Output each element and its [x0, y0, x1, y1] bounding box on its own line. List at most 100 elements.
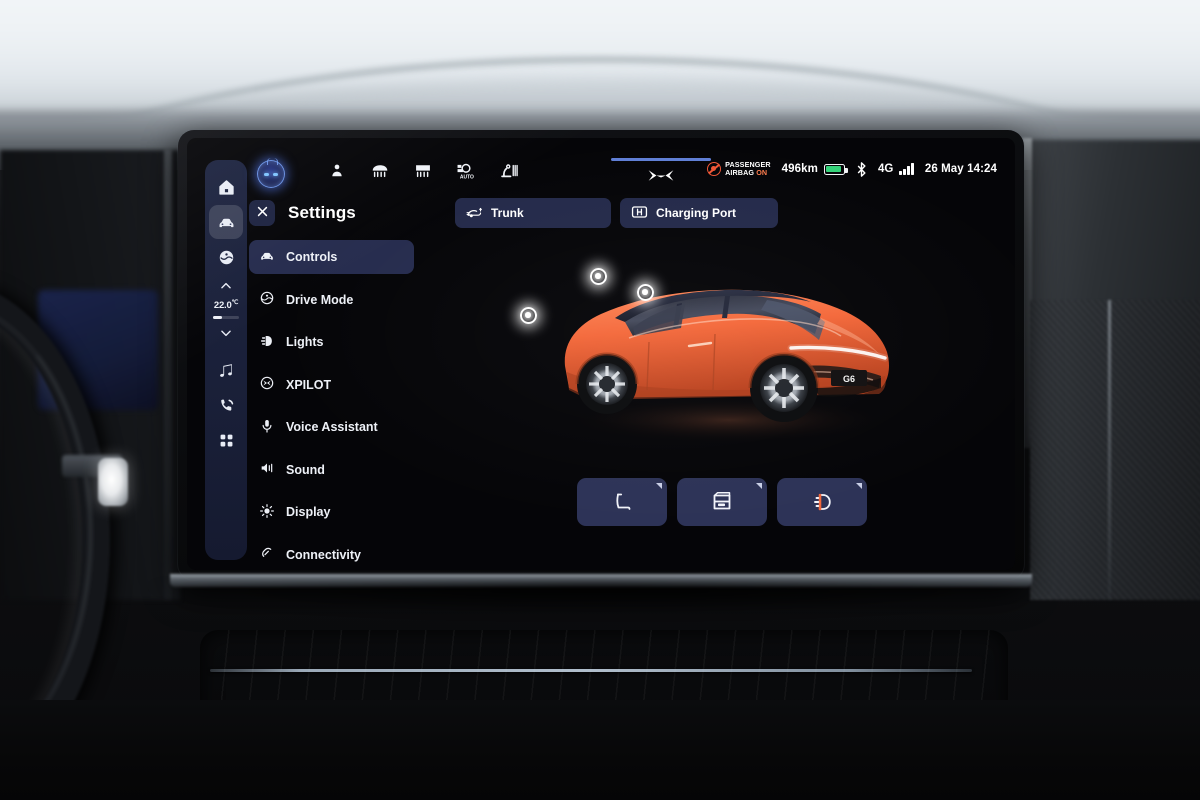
- drive-mode-icon: [259, 290, 275, 309]
- menu-item-voice-assistant[interactable]: Voice Assistant: [249, 410, 414, 444]
- network-indicator: 4G: [878, 163, 914, 176]
- lower-dashboard: [0, 700, 1200, 800]
- menu-label-xpilot: XPILOT: [286, 377, 332, 392]
- status-indicators: PASSENGER AIRBAG ON 496km 4G 26 May 14:2…: [707, 160, 997, 178]
- airbag-label: PASSENGER AIRBAG ON: [725, 160, 771, 178]
- svg-text:AUTO: AUTO: [460, 174, 474, 180]
- music-note-icon: [217, 361, 236, 380]
- brand-logo-area: [601, 158, 721, 182]
- settings-menu: Controls Drive Mode Lights XPILOT Voice …: [249, 240, 414, 570]
- temperature-number: 22.0: [213, 300, 232, 312]
- signal-bars-icon: [899, 163, 914, 176]
- rail-item-phone[interactable]: [209, 388, 243, 422]
- infotainment-screen[interactable]: 22.0℃ AUTO PASSENGER AIRBAG ON 496km 4G …: [187, 138, 1015, 570]
- menu-label-lights: Lights: [286, 335, 324, 349]
- seat-adjust-card[interactable]: [577, 478, 667, 526]
- expand-corner-icon: [656, 483, 662, 489]
- auto-light-icon[interactable]: AUTO: [456, 162, 476, 180]
- charging-port-button[interactable]: Charging Port: [620, 198, 778, 228]
- expand-corner-icon: [756, 483, 762, 489]
- rail-item-vehicle[interactable]: [209, 205, 243, 239]
- microphone-icon: [259, 418, 275, 437]
- headlight-icon: [259, 333, 275, 352]
- rail-item-home[interactable]: [209, 170, 243, 204]
- settings-header: Settings: [249, 200, 356, 226]
- airbag-warning-icon: [707, 162, 722, 177]
- rear-defrost-icon[interactable]: [370, 162, 390, 180]
- glovebox-card[interactable]: [677, 478, 767, 526]
- assistant-robot-avatar[interactable]: [257, 158, 285, 188]
- car-icon: [217, 213, 236, 232]
- passenger-trim-seam: [1108, 300, 1111, 600]
- door-indicator-front-left[interactable]: [637, 284, 654, 301]
- menu-item-display[interactable]: Display: [249, 495, 414, 529]
- temperature-down-button[interactable]: [209, 322, 243, 344]
- start-button[interactable]: [98, 458, 128, 506]
- expand-corner-icon: [856, 483, 862, 489]
- close-settings-button[interactable]: [249, 200, 275, 226]
- battery-icon: [823, 163, 848, 175]
- temperature-unit: ℃: [231, 300, 239, 306]
- temperature-value[interactable]: 22.0℃: [214, 299, 238, 311]
- menu-item-controls[interactable]: Controls: [249, 240, 414, 274]
- drag-handle-bar[interactable]: [611, 158, 711, 161]
- screen-drop-shadow: [150, 584, 1050, 614]
- menu-item-sound[interactable]: Sound: [249, 453, 414, 487]
- close-icon: [257, 204, 268, 222]
- person-icon[interactable]: [327, 162, 347, 180]
- menu-label-controls: Controls: [286, 250, 338, 264]
- trunk-label: Trunk: [491, 206, 524, 220]
- menu-label-sound: Sound: [286, 462, 325, 477]
- speaker-icon: [259, 460, 275, 479]
- headlight-control-card[interactable]: [777, 478, 867, 526]
- car-3d-render: G6: [564, 289, 894, 444]
- door-indicator-front-left-window[interactable]: [590, 268, 607, 285]
- rail-item-climate[interactable]: [209, 240, 243, 274]
- phone-icon: [217, 396, 236, 415]
- menu-item-xpilot[interactable]: XPILOT: [249, 368, 414, 402]
- menu-item-connectivity[interactable]: Connectivity: [249, 538, 414, 571]
- temperature-slider[interactable]: [213, 316, 239, 320]
- front-defrost-icon[interactable]: [413, 162, 433, 180]
- temperature-up-button[interactable]: [209, 275, 243, 297]
- door-indicator-rear-left[interactable]: [520, 307, 537, 324]
- quick-climate-icons: AUTO: [327, 162, 519, 180]
- left-navigation-rail[interactable]: 22.0℃: [205, 160, 247, 560]
- range-value: 496km: [781, 163, 818, 176]
- connectivity-icon: [259, 545, 275, 564]
- trunk-icon: [466, 205, 483, 222]
- bluetooth-icon[interactable]: [856, 161, 867, 177]
- vehicle-visualization[interactable]: G6: [487, 238, 987, 488]
- menu-label-display: Display: [286, 505, 331, 519]
- menu-label-drive-mode: Drive Mode: [286, 292, 354, 307]
- infotainment-bezel: 22.0℃ AUTO PASSENGER AIRBAG ON 496km 4G …: [178, 130, 1024, 580]
- chevron-down-icon: [219, 326, 233, 340]
- headlight-beam-icon: [810, 491, 834, 513]
- menu-item-lights[interactable]: Lights: [249, 325, 414, 359]
- menu-label-voice-assistant: Voice Assistant: [286, 420, 378, 434]
- bottom-control-cards: [577, 478, 867, 526]
- rail-item-music[interactable]: [209, 353, 243, 387]
- rail-item-apps[interactable]: [209, 423, 243, 457]
- xpeng-x-logo: [601, 169, 721, 182]
- menu-label-connectivity: Connectivity: [286, 547, 362, 562]
- chevron-up-icon: [219, 279, 233, 293]
- airbag-state: ON: [756, 168, 768, 178]
- range-indicator: 496km: [781, 163, 848, 176]
- vent-slat[interactable]: [210, 669, 972, 672]
- charging-port-icon: [631, 205, 648, 222]
- seat-icon: [610, 491, 634, 513]
- page-title: Settings: [288, 203, 356, 222]
- fan-icon: [217, 248, 236, 267]
- trunk-button[interactable]: Trunk: [455, 198, 611, 228]
- apps-grid-icon: [217, 431, 236, 450]
- glovebox-icon: [710, 491, 734, 513]
- brightness-icon: [259, 503, 275, 522]
- airbag-line-2: AIRBAG: [725, 168, 755, 178]
- home-icon: [217, 178, 236, 197]
- passenger-airbag-status: PASSENGER AIRBAG ON: [707, 160, 771, 178]
- seat-heat-icon[interactable]: [499, 162, 519, 180]
- model-badge: G6: [843, 374, 855, 384]
- quick-action-buttons: Trunk Charging Port: [455, 198, 778, 228]
- menu-item-drive-mode[interactable]: Drive Mode: [249, 283, 414, 317]
